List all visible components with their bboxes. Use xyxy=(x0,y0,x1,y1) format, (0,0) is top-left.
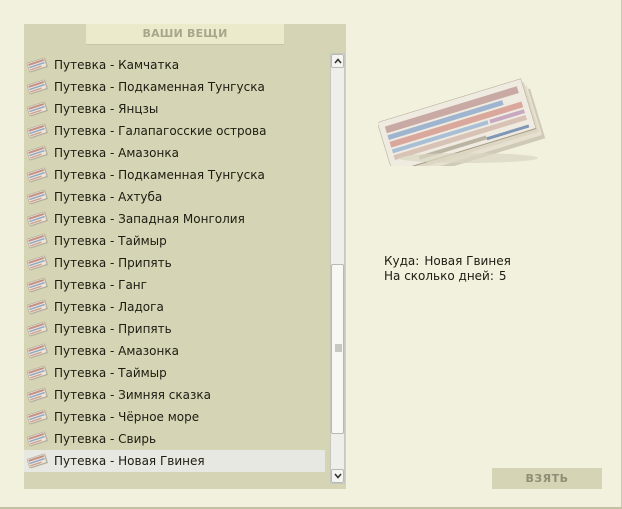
ticket-icon xyxy=(27,277,49,293)
scroll-down-button[interactable] xyxy=(331,469,344,483)
list-item-label: Путевка - Свирь xyxy=(54,432,157,446)
ticket-icon xyxy=(27,321,49,337)
ticket-icon xyxy=(27,343,49,359)
list-item-label: Путевка - Галапагосские острова xyxy=(54,124,267,138)
list-item[interactable]: Путевка - Янцзы xyxy=(24,98,329,120)
list-item[interactable]: Путевка - Амазонка xyxy=(24,340,329,362)
list-item[interactable]: Путевка - Западная Монголия xyxy=(24,208,329,230)
ticket-icon xyxy=(27,365,49,381)
list-item[interactable]: Путевка - Подкаменная Тунгуска xyxy=(24,76,329,98)
list-item-label: Путевка - Ганг xyxy=(54,278,147,292)
grip-icon xyxy=(335,344,342,352)
ticket-icon xyxy=(27,387,49,403)
list-item[interactable]: Путевка - Зимняя сказка xyxy=(24,384,329,406)
list-item-label: Путевка - Янцзы xyxy=(54,102,159,116)
ticket-icon xyxy=(27,145,49,161)
list-item-label: Путевка - Чёрное море xyxy=(54,410,200,424)
scroll-thumb[interactable] xyxy=(331,264,344,434)
list-item-label: Путевка - Новая Гвинея xyxy=(54,454,205,468)
destination-label: Куда: xyxy=(384,254,420,268)
list-item[interactable]: Путевка - Камчатка xyxy=(24,54,329,76)
list-item-label: Путевка - Западная Монголия xyxy=(54,212,245,226)
list-item-label: Путевка - Таймыр xyxy=(54,366,167,380)
list-scrollbar[interactable] xyxy=(330,53,345,484)
list-item[interactable]: Путевка - Ганг xyxy=(24,274,329,296)
list-item[interactable]: Путевка - Свирь xyxy=(24,428,329,450)
list-item-label: Путевка - Припять xyxy=(54,322,172,336)
ticket-icon xyxy=(27,211,49,227)
list-item[interactable]: Путевка - Амазонка xyxy=(24,142,329,164)
list-item-label: Путевка - Ахтуба xyxy=(54,190,163,204)
list-item-label: Путевка - Камчатка xyxy=(54,58,180,72)
duration-label: На сколько дней: xyxy=(384,269,494,283)
ticket-icon xyxy=(27,409,49,425)
list-item[interactable]: Путевка - Чёрное море xyxy=(24,406,329,428)
list-item-label: Путевка - Ладога xyxy=(54,300,164,314)
ticket-icon xyxy=(27,123,49,139)
ticket-icon xyxy=(27,57,49,73)
ticket-icon xyxy=(27,255,49,271)
take-button[interactable]: ВЗЯТЬ xyxy=(492,468,602,489)
list-item-label: Путевка - Припять xyxy=(54,256,172,270)
list-item-label: Путевка - Подкаменная Тунгуска xyxy=(54,80,265,94)
list-item[interactable]: Путевка - Ладога xyxy=(24,296,329,318)
ticket-icon xyxy=(27,453,49,469)
ticket-icon xyxy=(27,299,49,315)
ticket-stack-image xyxy=(378,78,546,166)
inventory-panel: ВАШИ ВЕЩИ Путевка - Камчатка Путевка - По… xyxy=(24,24,346,489)
list-item[interactable]: Путевка - Подкаменная Тунгуска xyxy=(24,164,329,186)
duration-value: 5 xyxy=(498,269,507,283)
duration-row: На сколько дней: 5 xyxy=(384,269,511,284)
chevron-down-icon xyxy=(334,473,342,479)
ticket-icon xyxy=(27,233,49,249)
item-details: Куда: Новая Гвинея На сколько дней: 5 xyxy=(384,254,511,284)
panel-title: ВАШИ ВЕЩИ xyxy=(86,24,284,45)
ticket-icon xyxy=(27,167,49,183)
ticket-icon xyxy=(27,79,49,95)
chevron-up-icon xyxy=(334,58,342,64)
list-item-label: Путевка - Таймыр xyxy=(54,234,167,248)
list-item-label: Путевка - Зимняя сказка xyxy=(54,388,211,402)
list-item-label: Путевка - Амазонка xyxy=(54,344,179,358)
list-item-selected[interactable]: Путевка - Новая Гвинея xyxy=(24,450,325,472)
destination-value: Новая Гвинея xyxy=(424,254,511,268)
list-item[interactable]: Путевка - Припять xyxy=(24,318,329,340)
ticket-icon xyxy=(27,189,49,205)
list-item[interactable]: Путевка - Таймыр xyxy=(24,362,329,384)
list-item[interactable]: Путевка - Галапагосские острова xyxy=(24,120,329,142)
list-item[interactable]: Путевка - Ахтуба xyxy=(24,186,329,208)
inventory-window: ВАШИ ВЕЩИ Путевка - Камчатка Путевка - По… xyxy=(0,0,622,509)
ticket-icon xyxy=(27,431,49,447)
scroll-up-button[interactable] xyxy=(331,54,344,68)
destination-row: Куда: Новая Гвинея xyxy=(384,254,511,269)
list-item[interactable]: Путевка - Припять xyxy=(24,252,329,274)
list-item-label: Путевка - Амазонка xyxy=(54,146,179,160)
ticket-icon xyxy=(27,101,49,117)
list-item[interactable]: Путевка - Таймыр xyxy=(24,230,329,252)
list-item-label: Путевка - Подкаменная Тунгуска xyxy=(54,168,265,182)
item-list: Путевка - Камчатка Путевка - Подкаменная … xyxy=(24,54,329,484)
